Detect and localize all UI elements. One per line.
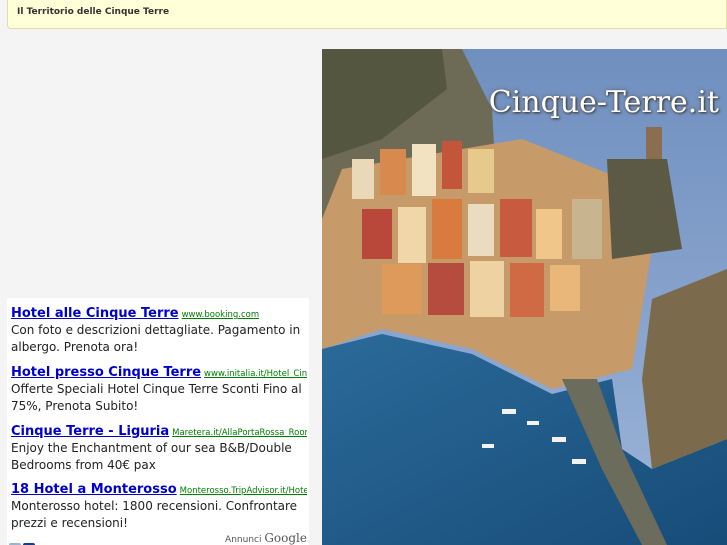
ad-description: Monterosso hotel: 1800 recensioni. Confr…: [11, 499, 298, 530]
ad-item[interactable]: 18 Hotel a Monterosso Monterosso.TripAdvi…: [11, 478, 307, 532]
ad-description: Offerte Speciali Hotel Cinque Terre Scon…: [11, 382, 302, 413]
ad-title-link[interactable]: Hotel alle Cinque Terre: [11, 306, 179, 321]
ad-url-link[interactable]: Maretera.it/AllaPortaRossa_Rooms: [172, 428, 307, 438]
hero-photo: Cinque-Terre.it: [322, 49, 727, 545]
ad-url-link[interactable]: www.initalia.it/Hotel_CinqueTerre: [204, 369, 307, 379]
google-logo: Google: [264, 531, 307, 545]
ad-title-link[interactable]: 18 Hotel a Monterosso: [11, 482, 177, 497]
cinque-terre-landscape-image: [322, 49, 727, 545]
ad-url-link[interactable]: www.booking.com: [182, 310, 260, 320]
ad-item[interactable]: Hotel alle Cinque Terre www.booking.com C…: [11, 302, 307, 356]
google-ads-block: Hotel alle Cinque Terre www.booking.com C…: [7, 298, 309, 545]
ad-description: Con foto e descrizioni dettagliate. Paga…: [11, 323, 301, 354]
ad-item[interactable]: Cinque Terre - Liguria Maretera.it/AllaPo…: [11, 420, 307, 474]
ad-url-link[interactable]: Monterosso.TripAdvisor.it/Hotel: [180, 486, 307, 496]
ad-description: Enjoy the Enchantment of our sea B&B/Dou…: [11, 441, 292, 472]
ad-title-link[interactable]: Hotel presso Cinque Terre: [11, 365, 201, 380]
ad-item[interactable]: Hotel presso Cinque Terre www.initalia.it…: [11, 361, 307, 415]
site-watermark: Cinque-Terre.it: [488, 85, 719, 120]
ad-title-link[interactable]: Cinque Terre - Liguria: [11, 424, 169, 439]
site-header-bar: Il Territorio delle Cinque Terre: [7, 0, 727, 29]
ad-navigation: ◀▶: [9, 535, 37, 545]
site-title: Il Territorio delle Cinque Terre: [17, 7, 170, 17]
ads-by-google[interactable]: Annunci Google: [225, 531, 307, 545]
ads-label: Annunci: [225, 535, 262, 545]
